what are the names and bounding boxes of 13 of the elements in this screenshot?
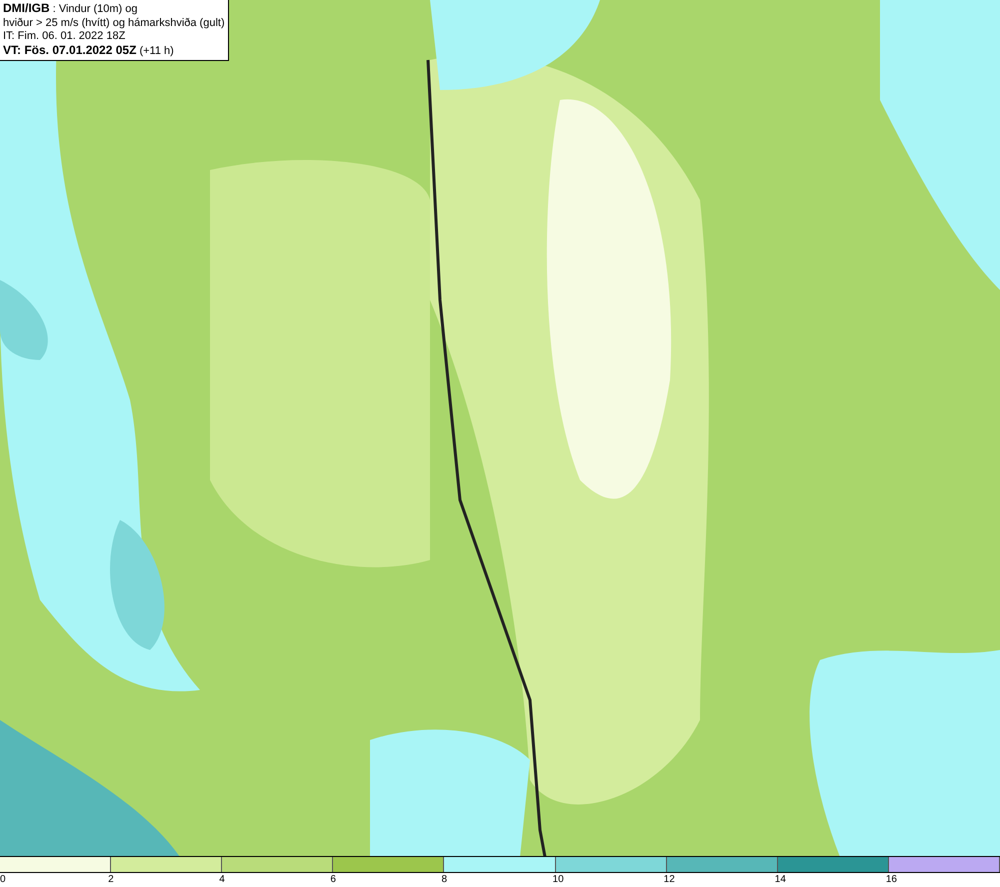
tick-label: 14 xyxy=(774,873,786,887)
tick-label: 6 xyxy=(330,873,336,887)
tick-label: 4 xyxy=(219,873,225,887)
legend-text: DMI/IGB : Vindur (10m) og xyxy=(3,2,139,16)
tick-label: 0 xyxy=(0,873,6,887)
tick-label: 12 xyxy=(664,873,675,887)
tick-label: 16 xyxy=(886,873,897,887)
legend-text: IT: Fim. 06. 01. 2022 18Z xyxy=(3,30,126,44)
tick-label: 2 xyxy=(108,873,114,887)
legend-text: VT: Fös. 07.01.2022 05Z (+11 h) xyxy=(3,44,175,58)
tick-label: 10 xyxy=(552,873,564,887)
tick-label: 8 xyxy=(441,873,447,887)
legend-text: hviður > 25 m/s (hvítt) og hámarkshviða (gult) xyxy=(3,16,225,30)
